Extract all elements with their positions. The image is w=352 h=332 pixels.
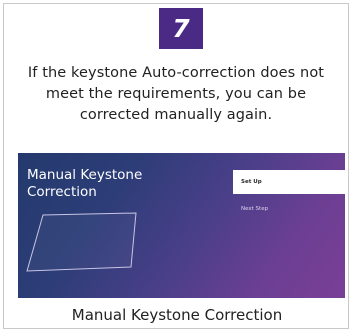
set-up-button[interactable]: Set Up (233, 170, 345, 194)
step-description: If the keystone Auto-correction does not… (27, 65, 325, 123)
instruction-card: 7 If the keystone Auto-correction does n… (3, 3, 349, 329)
step-number-badge: 7 (159, 8, 203, 49)
image-caption: Manual Keystone Correction (71, 306, 283, 324)
keystone-screen-preview: Manual Keystone Correction Set Up Next S… (18, 153, 345, 298)
set-up-button-label: Set Up (241, 179, 262, 185)
next-step-menu-item[interactable]: Next Step (241, 206, 268, 212)
